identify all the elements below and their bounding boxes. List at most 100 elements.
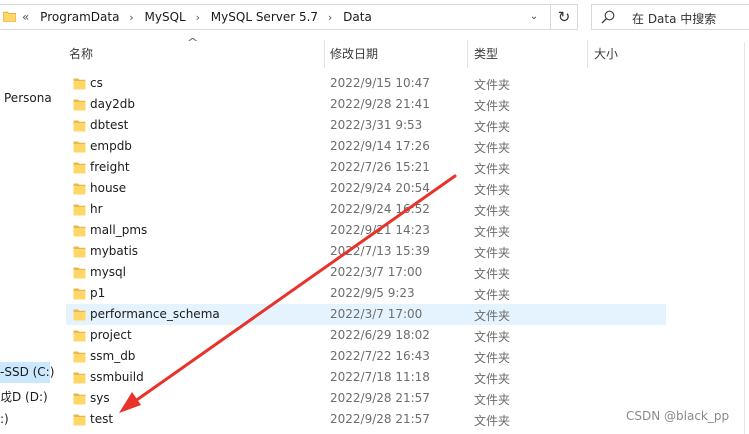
file-type: 文件夹	[474, 309, 511, 323]
folder-icon	[73, 414, 86, 426]
nav-item-personal[interactable]: Persona	[4, 91, 52, 105]
file-type: 文件夹	[474, 162, 511, 176]
file-row[interactable]: project 2022/6/29 18:02 文件夹	[66, 325, 666, 346]
file-row[interactable]: house 2022/9/24 20:54 文件夹	[66, 178, 666, 199]
folder-icon	[73, 330, 86, 342]
chevron-right-icon[interactable]: ›	[196, 11, 200, 24]
file-type: 文件夹	[474, 141, 511, 155]
file-modified-date: 2022/3/7 17:00	[330, 307, 423, 321]
file-type: 文件夹	[474, 225, 511, 239]
file-modified-date: 2022/9/14 17:26	[330, 139, 430, 153]
nav-item-drive-c[interactable]: -SSD (C:)	[0, 362, 54, 383]
refresh-icon: ↻	[557, 8, 571, 26]
column-divider[interactable]	[467, 40, 468, 68]
file-type: 文件夹	[474, 414, 511, 428]
chevron-right-icon[interactable]: ›	[129, 11, 133, 24]
file-row[interactable]: freight 2022/7/26 15:21 文件夹	[66, 157, 666, 178]
folder-icon	[73, 78, 86, 90]
file-row[interactable]: hr 2022/9/24 16:52 文件夹	[66, 199, 666, 220]
file-type: 文件夹	[474, 372, 511, 386]
folder-icon	[73, 309, 86, 321]
breadcrumb-data[interactable]: Data	[343, 10, 372, 24]
breadcrumb-programdata[interactable]: ProgramData	[40, 10, 119, 24]
file-modified-date: 2022/9/28 21:41	[330, 97, 430, 111]
folder-icon	[73, 204, 86, 216]
breadcrumb: « ProgramData › MySQL › MySQL Server 5.7…	[22, 10, 372, 24]
file-modified-date: 2022/9/15 10:47	[330, 76, 430, 90]
folder-icon	[73, 267, 86, 279]
address-bar[interactable]: « ProgramData › MySQL › MySQL Server 5.7…	[0, 4, 578, 30]
file-name: ssm_db	[90, 349, 136, 363]
file-name: mall_pms	[90, 223, 148, 237]
column-divider[interactable]	[587, 40, 588, 68]
file-type: 文件夹	[474, 393, 511, 407]
folder-icon	[73, 372, 86, 384]
breadcrumb-mysql-server[interactable]: MySQL Server 5.7	[211, 10, 318, 24]
column-header-size[interactable]: 大小	[594, 44, 618, 64]
column-header-modified[interactable]: 修改日期	[330, 44, 378, 64]
refresh-button[interactable]: ↻	[550, 4, 578, 30]
file-row[interactable]: mysql 2022/3/7 17:00 文件夹	[66, 262, 666, 283]
file-modified-date: 2022/7/26 15:21	[330, 160, 430, 174]
file-row[interactable]: sys 2022/9/28 21:57 文件夹	[66, 388, 666, 409]
search-input[interactable]: 在 Data 中搜索	[632, 10, 716, 27]
file-row[interactable]: mall_pms 2022/9/21 14:23 文件夹	[66, 220, 666, 241]
file-row[interactable]: p1 2022/9/5 9:23 文件夹	[66, 283, 666, 304]
file-modified-date: 2022/9/21 14:23	[330, 223, 430, 237]
file-name: mysql	[90, 265, 126, 279]
file-name: hr	[90, 202, 103, 216]
address-history-dropdown[interactable]: ⌄	[526, 8, 542, 26]
column-header-type[interactable]: 类型	[474, 44, 498, 64]
file-modified-date: 2022/9/5 9:23	[330, 286, 415, 300]
file-modified-date: 2022/9/28 21:57	[330, 391, 430, 405]
file-modified-date: 2022/3/7 17:00	[330, 265, 423, 279]
sort-ascending-icon: ^	[186, 36, 199, 49]
file-row[interactable]: test 2022/9/28 21:57 文件夹	[66, 409, 666, 430]
nav-item-drive-other[interactable]: :)	[0, 412, 9, 426]
search-box[interactable]: 在 Data 中搜索	[591, 4, 749, 30]
watermark: CSDN @black_pp	[626, 409, 730, 423]
file-name: p1	[90, 286, 106, 300]
file-type: 文件夹	[474, 204, 511, 218]
file-type: 文件夹	[474, 330, 511, 344]
file-name: house	[90, 181, 127, 195]
file-type: 文件夹	[474, 351, 511, 365]
nav-item-drive-d[interactable]: 戉D (D:)	[0, 388, 48, 405]
file-type: 文件夹	[474, 183, 511, 197]
file-row[interactable]: empdb 2022/9/14 17:26 文件夹	[66, 136, 666, 157]
folder-icon	[73, 120, 86, 132]
folder-icon	[73, 393, 86, 405]
file-name: performance_schema	[90, 307, 220, 321]
file-name: project	[90, 328, 132, 342]
column-header-name[interactable]: 名称	[69, 44, 93, 64]
file-name: ssmbuild	[90, 370, 144, 384]
file-row[interactable]: ssm_db 2022/7/22 16:43 文件夹	[66, 346, 666, 367]
folder-icon	[73, 141, 86, 153]
folder-icon	[3, 11, 16, 22]
file-row[interactable]: ssmbuild 2022/7/18 11:18 文件夹	[66, 367, 666, 388]
navigation-pane: Persona -SSD (C:) 戉D (D:) :)	[0, 36, 62, 434]
file-type: 文件夹	[474, 246, 511, 260]
column-divider[interactable]	[324, 40, 325, 68]
folder-icon	[73, 288, 86, 300]
file-row[interactable]: cs 2022/9/15 10:47 文件夹	[66, 73, 666, 94]
folder-icon	[73, 183, 86, 195]
file-name: dbtest	[90, 118, 129, 132]
file-row[interactable]: performance_schema 2022/3/7 17:00 文件夹	[66, 304, 666, 325]
breadcrumb-overflow-button[interactable]: «	[22, 10, 29, 24]
file-row[interactable]: dbtest 2022/3/31 9:53 文件夹	[66, 115, 666, 136]
chevron-right-icon[interactable]: ›	[328, 11, 332, 24]
folder-icon	[73, 246, 86, 258]
file-modified-date: 2022/9/28 21:57	[330, 412, 430, 426]
file-row[interactable]: day2db 2022/9/28 21:41 文件夹	[66, 94, 666, 115]
toolbar: « ProgramData › MySQL › MySQL Server 5.7…	[0, 0, 749, 36]
breadcrumb-mysql[interactable]: MySQL	[145, 10, 186, 24]
file-list: cs 2022/9/15 10:47 文件夹 day2db 2022/9/28 21:4…	[66, 73, 666, 430]
file-modified-date: 2022/3/31 9:53	[330, 118, 423, 132]
folder-icon	[73, 351, 86, 363]
file-name: sys	[90, 391, 110, 405]
file-name: mybatis	[90, 244, 139, 258]
folder-icon	[73, 225, 86, 237]
file-row[interactable]: mybatis 2022/7/13 15:39 文件夹	[66, 241, 666, 262]
file-name: test	[90, 412, 114, 426]
